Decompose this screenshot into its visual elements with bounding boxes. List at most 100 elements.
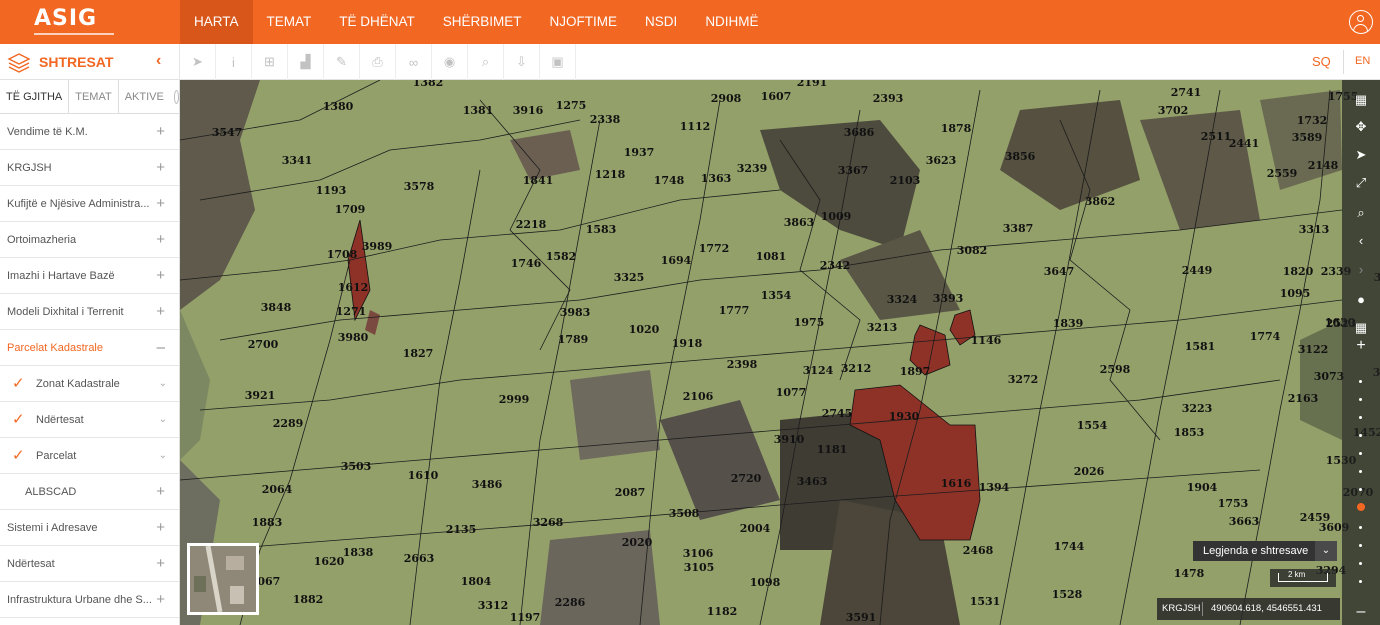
parcel-label[interactable]: 3325 [614,271,645,284]
layer-ortoimazheria[interactable]: Ortoimazheria + [0,222,179,258]
nav-te-dhenat[interactable]: TË DHËNAT [325,0,429,44]
zoom-step[interactable] [1359,526,1362,529]
parcel-label[interactable]: 2163 [1288,392,1319,405]
check-icon[interactable]: ✓ [12,366,25,402]
parcel-label[interactable]: 3122 [1298,343,1329,356]
parcel-label[interactable]: 1380 [323,100,354,113]
plus-icon[interactable]: + [156,294,165,330]
plus-icon[interactable]: + [156,582,165,618]
parcel-label[interactable]: 1746 [511,257,542,270]
zoom-handle[interactable] [1357,503,1365,511]
expand-icon[interactable]: ⤢ [1342,171,1380,195]
parcel-label[interactable]: 1193 [316,184,347,197]
parcel-label[interactable]: 2745 [822,407,853,420]
parcel-label[interactable]: 1382 [413,80,444,89]
parcel-label[interactable]: 1748 [654,174,685,187]
parcel-label[interactable]: 3073 [1314,370,1345,383]
nav-njoftime[interactable]: NJOFTIME [536,0,632,44]
overview-minimap[interactable] [187,543,259,615]
parcel-label[interactable]: 1882 [293,593,324,606]
parcel-label[interactable]: 1182 [707,605,738,618]
parcel-label[interactable]: 2999 [499,393,530,406]
parcel-label[interactable]: 2289 [273,417,304,430]
plus-icon[interactable]: + [156,186,165,222]
parcel-label[interactable]: 1838 [343,546,374,559]
parcel-label[interactable]: 1271 [336,305,367,318]
zoom-step[interactable] [1359,398,1362,401]
edit-icon[interactable]: ✎ [324,44,360,80]
parcel-label[interactable]: 1804 [461,575,492,588]
parcel-label[interactable]: 2449 [1182,264,1213,277]
parcel-label[interactable]: 2103 [890,174,921,187]
parcel-label[interactable]: 2342 [820,259,851,272]
parcel-label[interactable]: 2741 [1171,86,1202,99]
parcel-label[interactable]: 3863 [784,216,815,229]
parcel-label[interactable]: 1363 [701,172,732,185]
zoom-step[interactable] [1359,380,1362,383]
add-icon[interactable]: ⊞ [252,44,288,80]
parcel-label[interactable]: 3324 [887,293,918,306]
parcel-label[interactable]: 2468 [963,544,994,557]
parcel-label[interactable]: 1904 [1187,481,1218,494]
zoom-step[interactable] [1359,452,1362,455]
parcel-label[interactable]: 3589 [1292,131,1323,144]
parcel-label[interactable]: 3367 [838,164,869,177]
fullscreen-icon[interactable]: ✥ [1342,115,1380,139]
parcel-label[interactable]: 1744 [1054,540,1085,553]
gear-icon[interactable] [173,90,179,104]
layer-modeli[interactable]: Modeli Dixhital i Terrenit + [0,294,179,330]
layer-zonat-kadastrale[interactable]: ✓ Zonat Kadastrale ⌄ [0,366,179,402]
parcel-label[interactable]: 1777 [719,304,750,317]
plus-icon[interactable]: + [156,114,165,150]
parcel-label[interactable]: 3647 [1044,265,1075,278]
layer-kufijte[interactable]: Kufijtë e Njësive Administra... + [0,186,179,222]
parcel-label[interactable]: 1581 [1185,340,1216,353]
parcel-label[interactable]: 2004 [740,522,771,535]
parcel-label[interactable]: 3213 [867,321,898,334]
check-icon[interactable]: ✓ [12,402,25,438]
map-icon[interactable]: ▦ [1342,88,1380,112]
parcel-label[interactable]: 2598 [1100,363,1131,376]
parcel-label[interactable]: 1077 [776,386,807,399]
parcel-label[interactable]: 3272 [1008,373,1039,386]
parcel-label[interactable]: 2191 [797,80,828,89]
parcel-label[interactable]: 1789 [558,333,589,346]
parcel-label[interactable]: 1918 [672,337,703,350]
parcel-label[interactable]: 1930 [889,410,920,423]
tab-temat[interactable]: TEMAT [69,80,119,114]
layer-infrastruktura[interactable]: Infrastruktura Urbane dhe S... + [0,582,179,618]
target-icon[interactable]: ◉ [432,44,468,80]
locate-icon[interactable]: ➤ [1342,143,1380,167]
parcel-label[interactable]: 3983 [560,306,591,319]
nav-nsdi[interactable]: NSDI [631,0,691,44]
layer-ndertesat[interactable]: Ndërtesat + [0,546,179,582]
parcel-label[interactable]: 3268 [533,516,564,529]
chevron-left-icon[interactable]: ‹ [156,52,161,70]
parcel-label[interactable]: 1616 [941,477,972,490]
parcel-label[interactable]: 1694 [661,254,692,267]
parcel-label[interactable]: 3578 [404,180,435,193]
parcel-label[interactable]: 2026 [1074,465,1105,478]
layer-ndertesat-sub[interactable]: ✓ Ndërtesat ⌄ [0,402,179,438]
parcel-label[interactable]: 1708 [327,248,358,261]
parcel-label[interactable]: 3910 [774,433,805,446]
image-icon[interactable]: ▣ [540,44,576,80]
parcel-label[interactable]: 3591 [846,611,877,624]
parcel-label[interactable]: 1197 [510,611,541,624]
parcel-label[interactable]: 1146 [971,334,1002,347]
zoom-area-icon[interactable]: ⌕ [1342,201,1380,225]
parcel-label[interactable]: 3856 [1005,150,1036,163]
parcel-label[interactable]: 2218 [516,218,547,231]
parcel-label[interactable]: 1554 [1077,419,1108,432]
parcel-label[interactable]: 3463 [797,475,828,488]
lang-en[interactable]: EN [1355,55,1370,67]
parcel-label[interactable]: 3508 [669,507,700,520]
parcel-label[interactable]: 1354 [761,289,792,302]
globe-icon[interactable]: ● [1342,288,1380,312]
parcel-label[interactable]: 1937 [624,146,655,159]
parcel-label[interactable]: 2559 [1267,167,1298,180]
parcel-label[interactable]: 1009 [821,210,852,223]
parcel-label[interactable]: 3989 [362,240,393,253]
parcel-label[interactable]: 3393 [933,292,964,305]
layer-albscad[interactable]: ALBSCAD + [0,474,179,510]
